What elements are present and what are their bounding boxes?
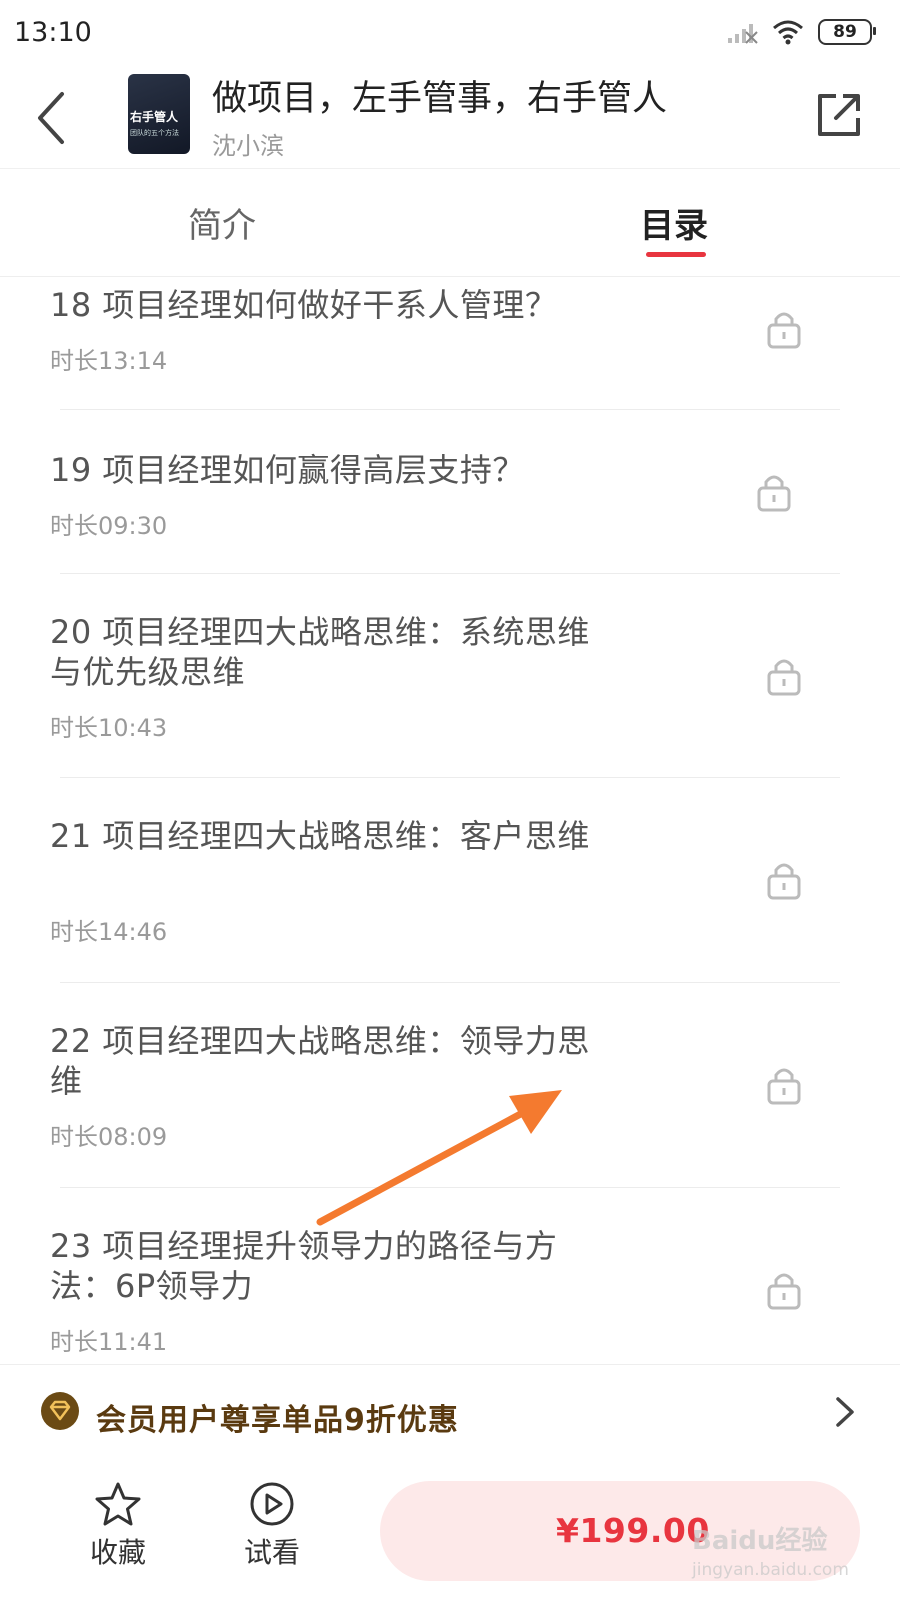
book-author: 沈小滨 [212,132,284,160]
chapter-title: 19 项目经理如何赢得高层支持？ [50,451,525,489]
list-item[interactable]: 20 项目经理四大战略思维：系统思维与优先级思维 时长10:43 [0,574,900,777]
list-item[interactable]: 19 项目经理如何赢得高层支持？ 时长09:30 [0,410,900,573]
tab-catalog[interactable]: 目录 [640,198,708,247]
chapter-title: 18 项目经理如何做好干系人管理？ [50,286,558,324]
baidu-watermark: Baidu经验 [692,1526,828,1556]
chapter-list[interactable]: 18 项目经理如何做好干系人管理？ 时长13:14 19 项目经理如何赢得高层支… [0,277,900,1363]
chapter-duration: 时长10:43 [50,714,168,742]
tab-intro[interactable]: 简介 [188,198,256,247]
lock-icon [767,1273,801,1310]
lock-icon [757,475,791,512]
list-item[interactable]: 22 项目经理四大战略思维：领导力思维 时长08:09 [0,983,900,1187]
lock-icon [767,659,801,696]
signal-icon [728,24,758,44]
star-icon [95,1482,141,1526]
status-bar: 13:10 89 [0,0,900,64]
chapter-duration: 时长09:30 [50,512,168,540]
wifi-icon [773,20,803,45]
chapter-duration: 时长08:09 [50,1123,168,1151]
list-item[interactable]: 21 项目经理四大战略思维：客户思维 时长14:46 [0,778,900,982]
battery-icon: 89 [818,19,876,45]
lock-icon [767,863,801,900]
chapter-title: 20 项目经理四大战略思维：系统思维与优先级思维 [50,613,590,691]
back-arrow-icon[interactable] [30,88,80,148]
cover-title: 右手管人 [130,110,179,124]
lock-icon [767,1068,801,1105]
chapter-duration: 时长11:41 [50,1328,168,1356]
status-time: 13:10 [14,16,92,48]
chapter-title: 23 项目经理提升领导力的路径与方法：6P领导力 [50,1227,558,1305]
vip-diamond-icon [41,1392,79,1430]
tab-active-indicator [646,252,706,257]
share-icon[interactable] [814,90,864,140]
book-cover: 右手管人 团队的五个方法 [128,74,190,154]
member-discount-text: 会员用户尊享单品9折优惠 [96,1403,459,1438]
book-title: 做项目，左手管事，右手管人 [212,79,668,119]
list-item[interactable]: 18 项目经理如何做好干系人管理？ 时长13:14 [0,277,900,409]
favorite-button[interactable]: 收藏 [68,1481,168,1571]
trial-label: 试看 [243,1536,300,1569]
chapter-duration: 时长14:46 [50,918,168,946]
header: 右手管人 团队的五个方法 做项目，左手管事，右手管人 沈小滨 [0,64,900,169]
play-circle-icon [250,1482,294,1526]
price-label: ¥199.00 [556,1511,710,1550]
baidu-watermark-url: jingyan.baidu.com [692,1560,849,1580]
trial-button[interactable]: 试看 [222,1481,322,1571]
cover-subtitle: 团队的五个方法 [130,129,179,137]
lock-icon [767,312,801,349]
chapter-title: 21 项目经理四大战略思维：客户思维 [50,817,590,855]
chevron-right-icon[interactable] [830,1395,858,1429]
chapter-title: 22 项目经理四大战略思维：领导力思维 [50,1022,590,1100]
list-item[interactable]: 23 项目经理提升领导力的路径与方法：6P领导力 时长11:41 [0,1188,900,1363]
chapter-duration: 时长13:14 [50,347,168,375]
member-discount-banner[interactable]: 会员用户尊享单品9折优惠 [0,1364,900,1462]
status-icons: 89 [726,19,876,45]
battery-level: 89 [833,22,857,42]
favorite-label: 收藏 [89,1536,146,1569]
tab-bar: 简介 目录 [0,168,900,277]
